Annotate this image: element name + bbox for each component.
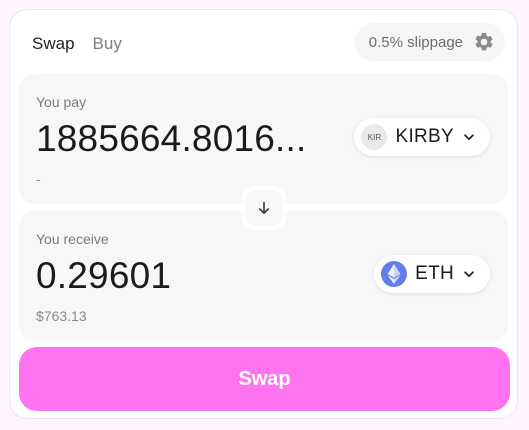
gear-icon	[475, 32, 493, 51]
receive-amount: 0.29601	[36, 255, 172, 296]
slippage-settings-button[interactable]: 0.5% slippage	[354, 23, 505, 61]
kirby-token-icon: KIR	[361, 124, 388, 150]
switch-direction-button[interactable]	[242, 186, 286, 230]
tab-buy[interactable]: Buy	[93, 34, 122, 54]
receive-label: You receive	[36, 231, 109, 247]
pay-fiat-value: -	[36, 171, 41, 187]
pay-token-selector[interactable]: KIR KIRBY	[354, 118, 490, 156]
receive-token-selector[interactable]: ETH	[374, 255, 490, 293]
pay-token-symbol: KIRBY	[395, 126, 454, 147]
arrow-down-icon	[259, 201, 269, 214]
swap-tabs: Swap Buy	[32, 34, 122, 54]
chevron-down-icon	[464, 271, 474, 278]
receive-panel: You receive 0.29601 $763.13 ETH	[19, 211, 508, 341]
swap-widget: Swap Buy 0.5% slippage You pay 1885664.8…	[9, 9, 518, 419]
receive-token-symbol: ETH	[415, 263, 454, 284]
receive-fiat-value: $763.13	[36, 308, 87, 324]
chevron-down-icon	[464, 134, 474, 141]
pay-panel: You pay 1885664.8016... - KIR KIRBY	[19, 74, 508, 204]
tab-swap[interactable]: Swap	[32, 34, 75, 54]
pay-amount-input[interactable]: 1885664.8016...	[36, 118, 326, 160]
pay-label: You pay	[36, 94, 87, 110]
eth-token-icon	[381, 261, 408, 287]
slippage-label: 0.5% slippage	[368, 33, 463, 51]
swap-button[interactable]: Swap	[19, 347, 510, 411]
